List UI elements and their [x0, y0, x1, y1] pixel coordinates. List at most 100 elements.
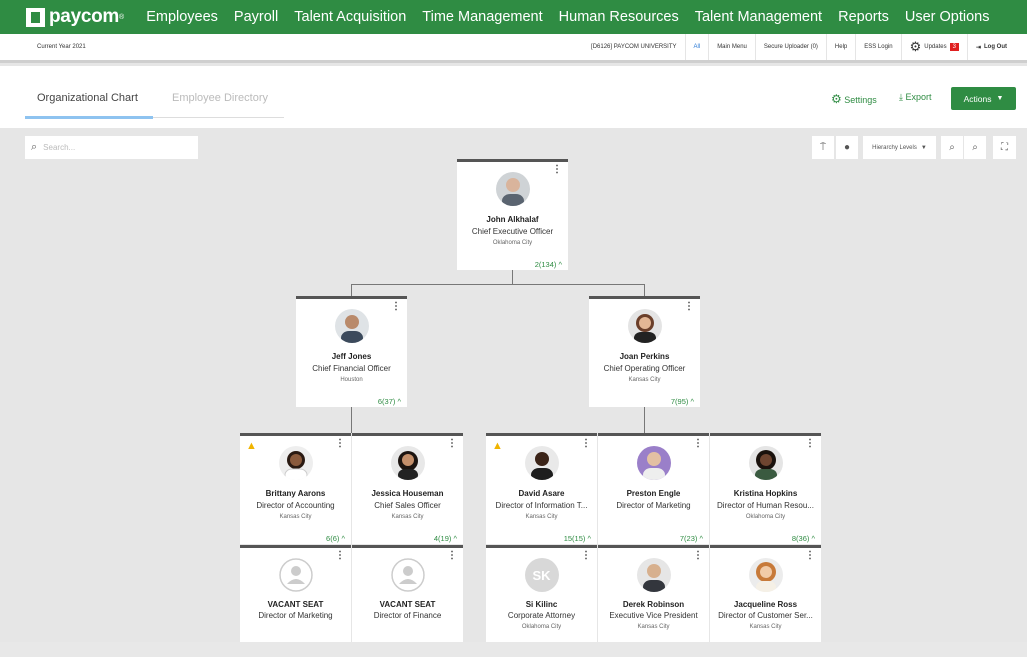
- org-card-cfo[interactable]: ⋮ Jeff Jones Chief Financial Officer Hou…: [296, 296, 407, 407]
- tab-organizational-chart[interactable]: Organizational Chart: [37, 92, 138, 104]
- card-reports-count[interactable]: 7(95) ^: [671, 397, 694, 406]
- warning-icon[interactable]: ▲: [246, 441, 257, 452]
- nav-talent-acquisition[interactable]: Talent Acquisition: [294, 9, 406, 25]
- zoom-out-button[interactable]: ⌕: [964, 136, 986, 159]
- search-input[interactable]: ⌕ Search...: [25, 136, 198, 159]
- card-title: Chief Financial Officer: [312, 364, 391, 373]
- more-options-icon[interactable]: ⋮: [581, 439, 591, 449]
- org-card-vacant-finance[interactable]: ⋮ VACANT SEAT Director of Finance: [352, 545, 463, 642]
- org-card-coo[interactable]: ⋮ Joan Perkins Chief Operating Officer K…: [589, 296, 700, 407]
- card-reports-count[interactable]: 8(36) ^: [792, 534, 815, 543]
- nav-human-resources[interactable]: Human Resources: [559, 9, 679, 25]
- export-button[interactable]: ⤓ Export: [899, 92, 932, 103]
- hierarchy-levels-label: Hierarchy Levels: [872, 144, 917, 151]
- warning-icon[interactable]: ▲: [492, 441, 503, 452]
- count-value: 8(36): [791, 534, 810, 543]
- all-link[interactable]: All: [684, 34, 709, 60]
- chevron-up-icon: ^: [811, 534, 815, 543]
- count-value: 4(19): [433, 534, 452, 543]
- org-card-vacant-marketing[interactable]: ⋮ VACANT SEAT Director of Marketing: [240, 545, 351, 642]
- actions-button[interactable]: Actions ▼: [951, 87, 1016, 110]
- hierarchy-levels-select[interactable]: Hierarchy Levels ▼: [863, 136, 936, 159]
- updates-label: Updates: [924, 44, 947, 50]
- nav-payroll[interactable]: Payroll: [234, 9, 278, 25]
- active-tab-indicator: [25, 116, 153, 119]
- more-options-icon[interactable]: ⋮: [335, 551, 345, 561]
- main-menu-link[interactable]: Main Menu: [708, 34, 755, 60]
- current-year: Current Year 2021: [37, 44, 86, 50]
- count-value: 6(6): [326, 534, 340, 543]
- org-card-preston[interactable]: ⋮ Preston Engle Director of Marketing 7(…: [598, 433, 709, 544]
- card-location: Kansas City: [628, 377, 661, 383]
- card-reports-count[interactable]: 6(6) ^: [326, 534, 345, 543]
- chevron-up-icon: ^: [397, 397, 401, 406]
- card-reports-count[interactable]: 4(19) ^: [434, 534, 457, 543]
- count-value: 7(23): [679, 534, 698, 543]
- photo-toggle-button[interactable]: ●: [836, 136, 858, 159]
- card-title: Director of Customer Ser...: [718, 611, 813, 620]
- chevron-up-icon: ^: [690, 397, 694, 406]
- card-reports-count[interactable]: 7(23) ^: [680, 534, 703, 543]
- card-name: Si Kilinc: [525, 600, 558, 609]
- org-card-kristina[interactable]: ⋮ Kristina Hopkins Director of Human Res…: [710, 433, 821, 544]
- card-name: Kristina Hopkins: [733, 489, 798, 498]
- nav-employees[interactable]: Employees: [146, 9, 218, 25]
- org-card-brittany[interactable]: ▲ ⋮ Brittany Aarons Director of Accounti…: [240, 433, 351, 544]
- logo-text: paycom: [49, 6, 120, 27]
- org-card-si[interactable]: ⋮ SK Si Kilinc Corporate Attorney Oklaho…: [486, 545, 597, 642]
- card-name: Jeff Jones: [331, 352, 372, 361]
- org-card-david[interactable]: ▲ ⋮ David Asare Director of Information …: [486, 433, 597, 544]
- card-reports-count[interactable]: 6(37) ^: [378, 397, 401, 406]
- nav-user-options[interactable]: User Options: [905, 9, 990, 25]
- initials-avatar: SK: [524, 558, 559, 592]
- avatar: [748, 446, 783, 480]
- more-options-icon[interactable]: ⋮: [693, 439, 703, 449]
- avatar: [334, 309, 369, 343]
- horizontal-scrollbar[interactable]: [0, 642, 1027, 657]
- nav-talent-management[interactable]: Talent Management: [695, 9, 822, 25]
- filter-button[interactable]: ⍑: [812, 136, 834, 159]
- connector-line: [351, 284, 352, 296]
- secure-uploader-link[interactable]: Secure Uploader (0): [754, 34, 826, 60]
- more-options-icon[interactable]: ⋮: [684, 302, 694, 312]
- chevron-down-icon: ▼: [920, 144, 927, 151]
- card-name: David Asare: [518, 489, 565, 498]
- card-title: Chief Sales Officer: [374, 501, 441, 510]
- more-options-icon[interactable]: ⋮: [693, 551, 703, 561]
- avatar: [390, 446, 425, 480]
- card-reports-count[interactable]: 2(134) ^: [535, 260, 562, 269]
- org-card-derek[interactable]: ⋮ Derek Robinson Executive Vice Presiden…: [598, 545, 709, 642]
- zoom-in-button[interactable]: ⌕: [941, 136, 963, 159]
- nav-time-management[interactable]: Time Management: [422, 9, 542, 25]
- more-options-icon[interactable]: ⋮: [447, 551, 457, 561]
- more-options-icon[interactable]: ⋮: [447, 439, 457, 449]
- connector-line: [351, 284, 644, 285]
- more-options-icon[interactable]: ⋮: [805, 551, 815, 561]
- logout-link[interactable]: ⇥ Log Out: [966, 34, 1015, 60]
- card-title: Director of Marketing: [616, 501, 691, 510]
- zoom-out-icon: ⌕: [972, 142, 978, 153]
- company-selector[interactable]: [D6126] PAYCOM UNIVERSITY: [583, 34, 684, 60]
- org-card-jessica[interactable]: ⋮ Jessica Houseman Chief Sales Officer K…: [352, 433, 463, 544]
- org-card-ceo[interactable]: ⋮ John Alkhalaf Chief Executive Officer …: [457, 159, 568, 270]
- help-link[interactable]: Help: [825, 34, 855, 60]
- updates-link[interactable]: ⚙ Updates 3: [900, 34, 967, 60]
- more-options-icon[interactable]: ⋮: [805, 439, 815, 449]
- settings-button[interactable]: ⚙ Settings: [831, 92, 877, 106]
- ess-login-link[interactable]: ESS Login: [855, 34, 900, 60]
- more-options-icon[interactable]: ⋮: [391, 302, 401, 312]
- card-name: Jacqueline Ross: [733, 600, 798, 609]
- fullscreen-button[interactable]: ⛶: [993, 136, 1016, 159]
- nav-reports[interactable]: Reports: [838, 9, 889, 25]
- avatar: [495, 172, 530, 206]
- card-reports-count[interactable]: 15(15) ^: [564, 534, 591, 543]
- top-nav: paycom ® Employees Payroll Talent Acquisi…: [0, 0, 1027, 34]
- more-options-icon[interactable]: ⋮: [335, 439, 345, 449]
- card-name: VACANT SEAT: [267, 600, 324, 609]
- more-options-icon[interactable]: ⋮: [552, 165, 562, 175]
- more-options-icon[interactable]: ⋮: [581, 551, 591, 561]
- paycom-logo[interactable]: paycom ®: [26, 6, 124, 28]
- tab-employee-directory[interactable]: Employee Directory: [172, 92, 268, 104]
- org-card-jacqueline[interactable]: ⋮ Jacqueline Ross Director of Customer S…: [710, 545, 821, 642]
- tabs-row: Organizational Chart Employee Directory …: [0, 66, 1027, 128]
